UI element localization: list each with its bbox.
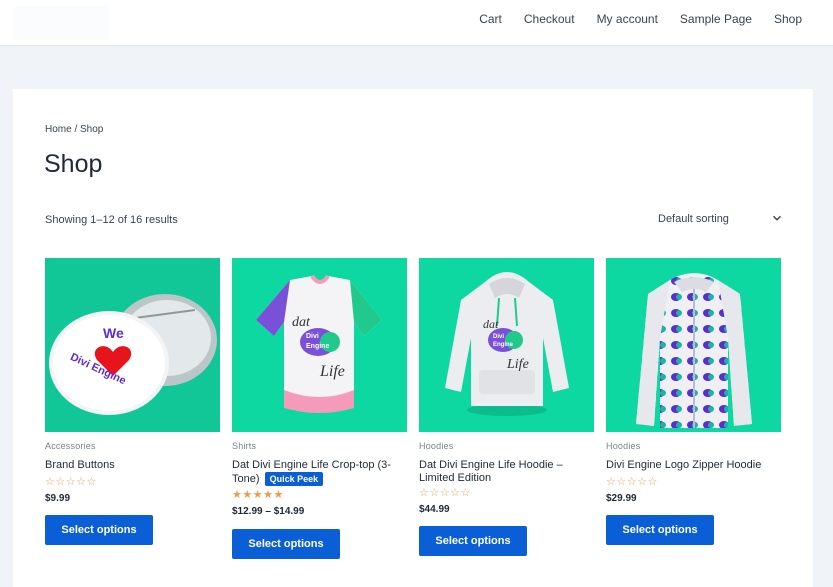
print-word-3: Engine <box>306 343 329 350</box>
print-word-4: Life <box>319 363 345 380</box>
badge-word-1: We <box>103 325 124 341</box>
select-options-button[interactable]: Select options <box>232 529 340 559</box>
breadcrumb: Home / Shop <box>45 124 104 135</box>
print-word-1: dat <box>483 317 499 331</box>
product-image[interactable]: dat Divi Engine Life <box>419 258 594 432</box>
product-price: $9.99 <box>45 493 71 504</box>
site-logo[interactable] <box>14 6 110 40</box>
star-rating: ☆☆☆☆☆ <box>606 476 658 488</box>
nav-shop[interactable]: Shop <box>774 12 802 26</box>
print-word-3: Engine <box>493 342 514 348</box>
zipper-hoodie-image <box>606 258 781 432</box>
select-options-button[interactable]: Select options <box>419 526 527 556</box>
badge-button-image: We Divi Engine <box>45 258 220 432</box>
select-options-button[interactable]: Select options <box>45 515 153 545</box>
nav-my-account[interactable]: My account <box>597 12 658 26</box>
print-word-2: Divi <box>306 333 319 340</box>
star-rating: ☆☆☆☆☆ <box>45 476 97 488</box>
product-title[interactable]: Divi Engine Logo Zipper Hoodie <box>606 459 778 472</box>
star-rating: ★★★★★ <box>232 489 284 501</box>
nav-cart[interactable]: Cart <box>479 12 502 26</box>
hoodie-image: dat Divi Engine Life <box>419 258 594 432</box>
shop-content: Home / Shop Shop Showing 1–12 of 16 resu… <box>13 89 813 587</box>
product-image[interactable]: dat Divi Engine Life <box>232 258 407 432</box>
site-header: Cart Checkout My account Sample Page Sho… <box>0 0 833 46</box>
page-title: Shop <box>44 150 103 178</box>
nav-checkout[interactable]: Checkout <box>524 12 575 26</box>
main-nav: Cart Checkout My account Sample Page Sho… <box>457 12 802 26</box>
product-title[interactable]: Dat Divi Engine Life Crop-top (3-Tone) Q… <box>232 459 404 486</box>
product-category: Shirts <box>232 441 257 451</box>
result-count: Showing 1–12 of 16 results <box>45 214 178 226</box>
product-price: $29.99 <box>606 493 637 504</box>
sort-select[interactable]: Default sorting <box>656 208 783 230</box>
print-word-2: Divi <box>493 334 504 340</box>
product-price: $44.99 <box>419 504 450 515</box>
product-category: Accessories <box>45 441 96 451</box>
select-options-button[interactable]: Select options <box>606 515 714 545</box>
star-rating: ☆☆☆☆☆ <box>419 487 471 499</box>
product-category: Hoodies <box>419 441 454 451</box>
product-price: $12.99 – $14.99 <box>232 506 305 517</box>
quick-peek-button[interactable]: Quick Peek <box>264 472 324 486</box>
nav-sample-page[interactable]: Sample Page <box>680 12 752 26</box>
print-word-1: dat <box>292 315 311 330</box>
sort-select-value: Default sorting <box>658 213 729 225</box>
crop-top-image: dat Divi Engine Life <box>232 258 407 432</box>
product-category: Hoodies <box>606 441 641 451</box>
product-image[interactable]: We Divi Engine <box>45 258 220 432</box>
product-title[interactable]: Brand Buttons <box>45 459 217 472</box>
chevron-down-icon <box>773 215 781 221</box>
product-title[interactable]: Dat Divi Engine Life Hoodie – Limited Ed… <box>419 459 591 485</box>
print-word-4: Life <box>506 357 529 372</box>
product-image[interactable] <box>606 258 781 432</box>
